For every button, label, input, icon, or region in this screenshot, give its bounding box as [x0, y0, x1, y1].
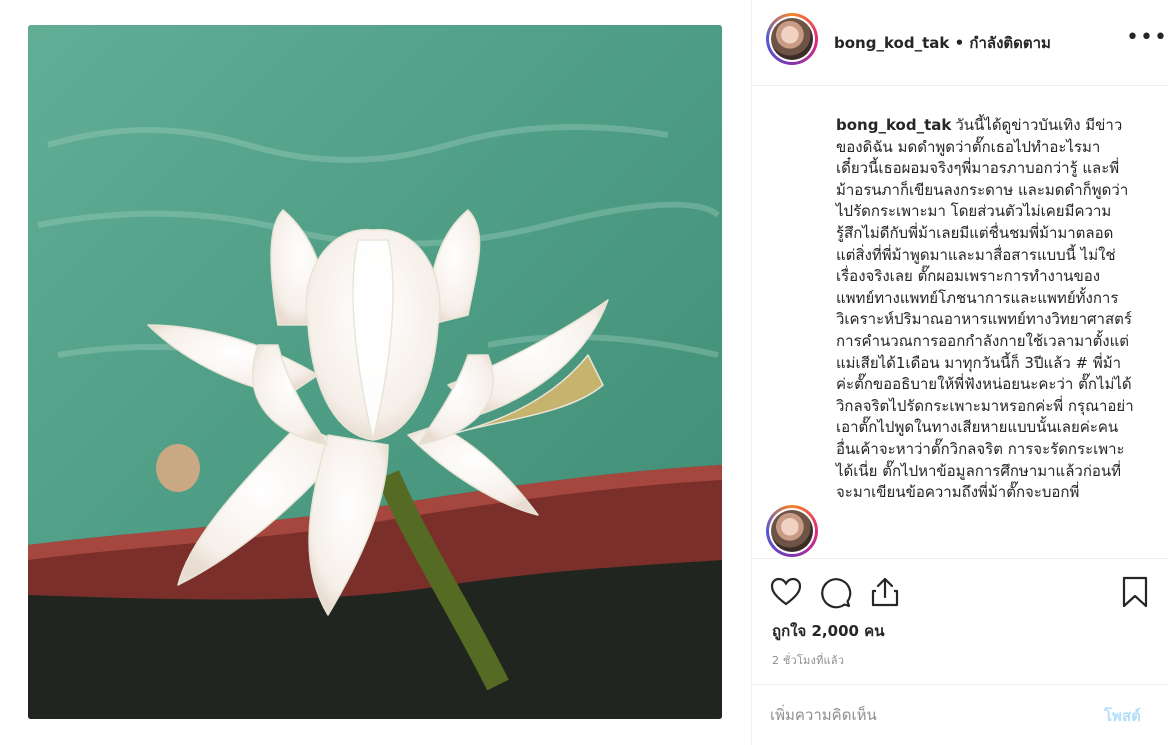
avatar-inner — [769, 508, 815, 554]
post-details-panel: bong_kod_tak • กำลังติดตาม ••• bong_kod_… — [752, 0, 1168, 745]
comment-composer: โพสต์ — [752, 684, 1168, 745]
post-header: bong_kod_tak • กำลังติดตาม ••• — [752, 0, 1168, 86]
comment-icon[interactable] — [818, 575, 852, 609]
comments-area[interactable]: bong_kod_tak วันนี้ได้ดูข่าวบันเทิง มีข่า… — [752, 87, 1168, 558]
water-lily-photo — [28, 25, 722, 719]
caption-text: วันนี้ได้ดูข่าวบันเทิง มีข่าวของดิฉัน มด… — [836, 116, 1134, 502]
like-count[interactable]: ถูกใจ 2,000 คน — [772, 619, 884, 643]
more-options-icon[interactable]: ••• — [1126, 27, 1168, 49]
comment-input[interactable] — [770, 703, 1070, 727]
avatar-image — [771, 510, 813, 552]
bookmark-icon[interactable] — [1118, 575, 1152, 609]
share-icon[interactable] — [868, 575, 902, 609]
follow-status[interactable]: กำลังติดตาม — [969, 34, 1051, 52]
author-avatar[interactable] — [766, 13, 818, 65]
post-caption: bong_kod_tak วันนี้ได้ดูข่าวบันเทิง มีข่า… — [836, 115, 1136, 504]
avatar-image — [771, 18, 813, 60]
post-actions: ถูกใจ 2,000 คน 2 ชั่วโมงที่แล้ว — [752, 558, 1168, 668]
header-separator: • — [949, 34, 970, 52]
post-timestamp[interactable]: 2 ชั่วโมงที่แล้ว — [772, 651, 844, 669]
post-comment-button[interactable]: โพสต์ — [1104, 704, 1141, 728]
avatar-inner — [769, 16, 815, 62]
author-username[interactable]: bong_kod_tak — [834, 34, 949, 52]
heart-icon[interactable] — [769, 575, 803, 609]
caption-author-avatar[interactable] — [766, 505, 818, 557]
caption-username[interactable]: bong_kod_tak — [836, 116, 951, 134]
post-photo[interactable] — [28, 25, 722, 719]
author-line: bong_kod_tak • กำลังติดตาม — [834, 31, 1051, 55]
